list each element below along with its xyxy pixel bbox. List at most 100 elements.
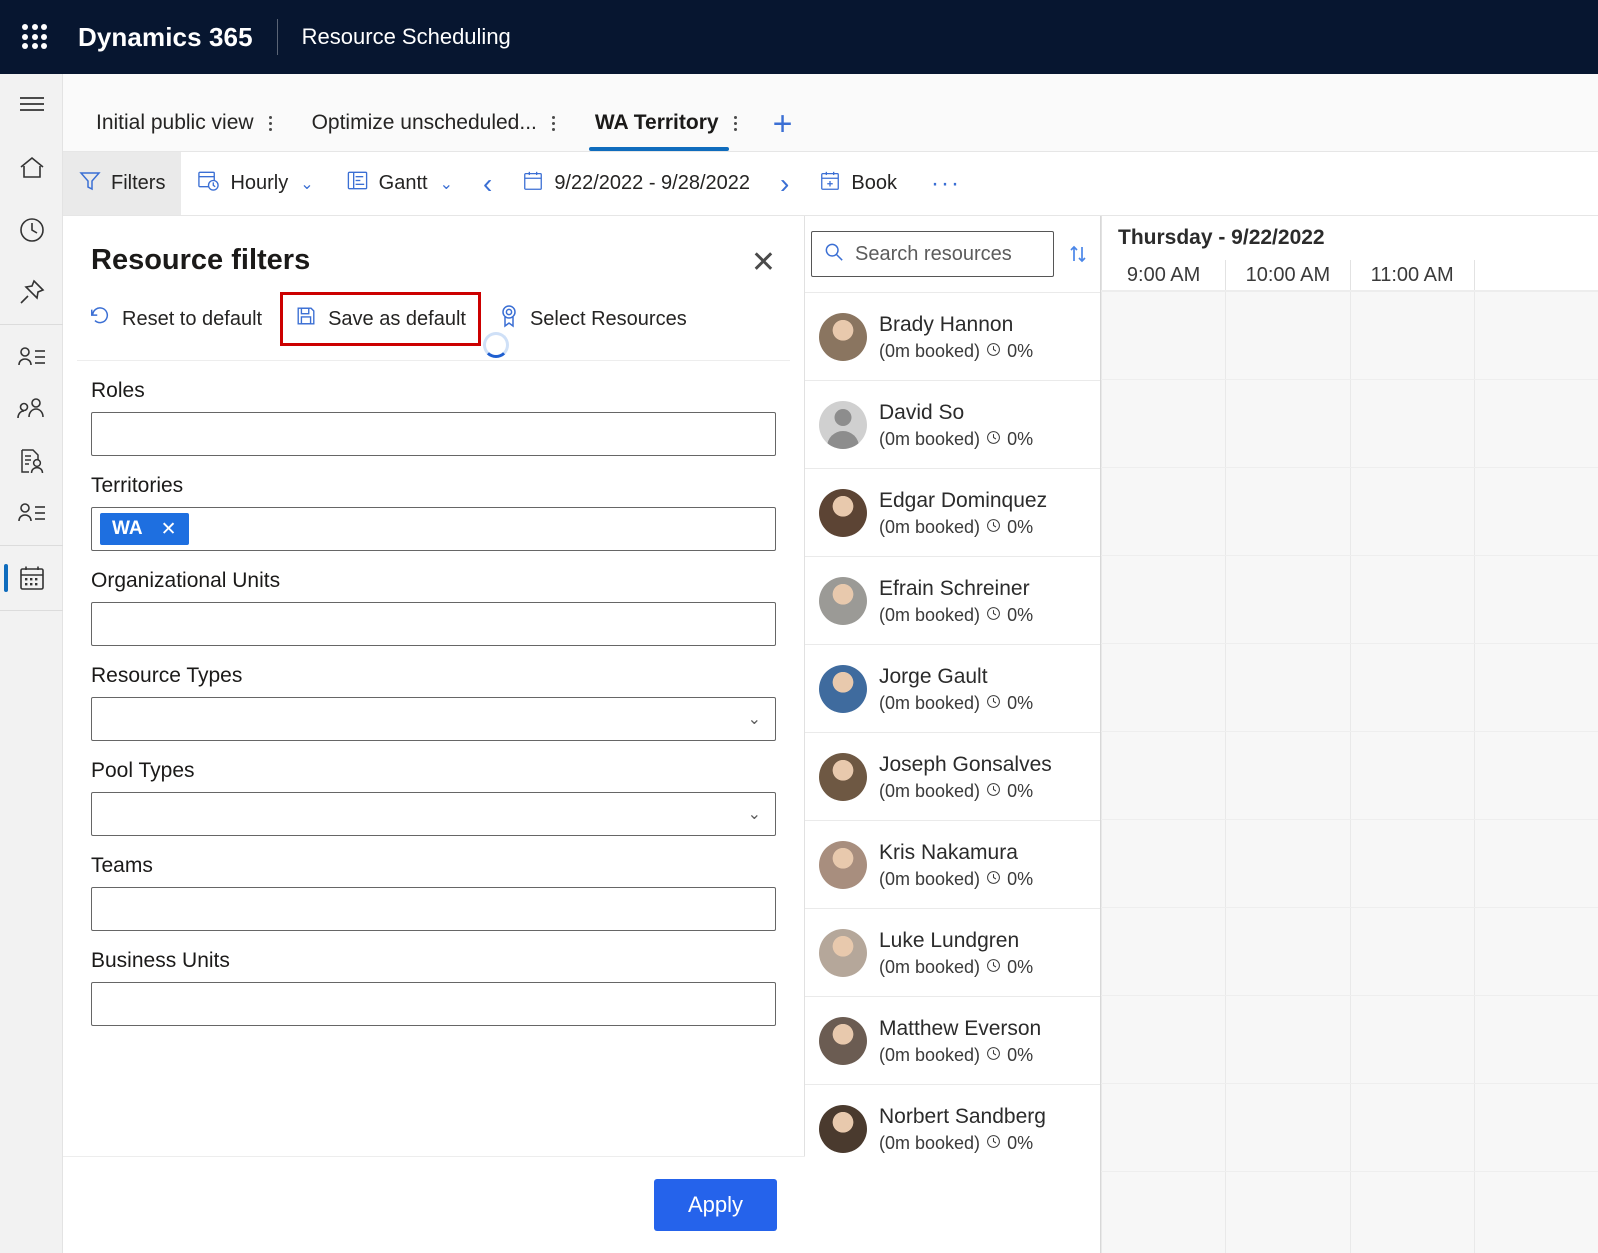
schedule-cell[interactable] (1350, 1084, 1474, 1171)
schedule-cell[interactable] (1474, 1084, 1598, 1171)
remove-tag-icon[interactable]: ✕ (161, 518, 177, 541)
schedule-cell[interactable] (1350, 820, 1474, 907)
document-person-icon[interactable] (0, 435, 63, 487)
sort-icon[interactable] (1064, 243, 1092, 265)
tab-initial-public-view[interactable]: Initial public view (90, 95, 286, 151)
schedule-cell[interactable] (1350, 380, 1474, 467)
apply-button[interactable]: Apply (654, 1179, 777, 1231)
organizational-units-input[interactable] (91, 602, 776, 646)
tab-overflow-icon[interactable] (723, 116, 749, 131)
schedule-cell[interactable] (1225, 380, 1349, 467)
roles-input[interactable] (91, 412, 776, 456)
schedule-cell[interactable] (1101, 1084, 1225, 1171)
people-icon[interactable] (0, 383, 63, 435)
list-item[interactable]: Joseph Gonsalves(0m booked)0% (805, 732, 1100, 820)
list-item[interactable]: Norbert Sandberg(0m booked)0% (805, 1084, 1100, 1172)
schedule-cell[interactable] (1474, 556, 1598, 643)
schedule-cell[interactable] (1101, 556, 1225, 643)
list-item[interactable]: Luke Lundgren(0m booked)0% (805, 908, 1100, 996)
schedule-cell[interactable] (1225, 292, 1349, 379)
schedule-cell[interactable] (1225, 556, 1349, 643)
tab-overflow-icon[interactable] (541, 116, 567, 131)
book-button[interactable]: Book (803, 152, 913, 215)
tab-optimize-unscheduled[interactable]: Optimize unscheduled... (306, 95, 569, 151)
clock-icon[interactable] (0, 204, 63, 256)
schedule-cell[interactable] (1350, 908, 1474, 995)
schedule-cell[interactable] (1225, 1084, 1349, 1171)
save-as-default-button[interactable]: Save as default (280, 292, 481, 346)
schedule-cell[interactable] (1225, 908, 1349, 995)
reset-to-default-button[interactable]: Reset to default (77, 295, 274, 343)
add-tab-button[interactable]: + (773, 107, 793, 151)
resource-types-select[interactable]: ⌄ (91, 697, 776, 741)
schedule-cell[interactable] (1350, 1172, 1474, 1253)
close-icon[interactable]: ✕ (751, 248, 776, 278)
schedule-cell[interactable] (1101, 644, 1225, 731)
schedule-cell[interactable] (1474, 908, 1598, 995)
person-list-icon[interactable] (0, 487, 63, 539)
book-label: Book (851, 172, 897, 195)
business-units-input[interactable] (91, 982, 776, 1026)
territory-tag-wa[interactable]: WA ✕ (100, 513, 189, 545)
person-list-icon[interactable] (0, 331, 63, 383)
resource-utilization: (0m booked)0% (879, 957, 1033, 978)
select-resources-button[interactable]: Select Resources (487, 294, 699, 344)
list-item[interactable]: Matthew Everson(0m booked)0% (805, 996, 1100, 1084)
schedule-cell[interactable] (1225, 1172, 1349, 1253)
search-input[interactable]: Search resources (811, 231, 1054, 277)
previous-period-button[interactable]: ‹ (469, 152, 506, 215)
date-range-picker[interactable]: 9/22/2022 - 9/28/2022 (506, 152, 766, 215)
schedule-cell[interactable] (1474, 468, 1598, 555)
territories-input[interactable]: WA ✕ (91, 507, 776, 551)
schedule-cell[interactable] (1350, 468, 1474, 555)
chevron-down-icon[interactable]: ⌄ (440, 174, 453, 194)
tab-wa-territory[interactable]: WA Territory (589, 95, 751, 151)
filters-button[interactable]: Filters (63, 152, 181, 215)
schedule-cell[interactable] (1474, 732, 1598, 819)
pin-icon[interactable] (0, 266, 63, 318)
hourly-view-button[interactable]: Hourly ⌄ (181, 152, 329, 215)
schedule-cell[interactable] (1474, 1172, 1598, 1253)
schedule-cell[interactable] (1474, 380, 1598, 467)
schedule-cell[interactable] (1101, 996, 1225, 1083)
schedule-cell[interactable] (1474, 644, 1598, 731)
list-item[interactable]: Jorge Gault(0m booked)0% (805, 644, 1100, 732)
schedule-cell[interactable] (1101, 292, 1225, 379)
tab-overflow-icon[interactable] (258, 116, 284, 131)
schedule-cell[interactable] (1225, 644, 1349, 731)
field-group-teams: Teams (91, 854, 776, 931)
schedule-cell[interactable] (1350, 556, 1474, 643)
schedule-cell[interactable] (1101, 380, 1225, 467)
schedule-cell[interactable] (1474, 292, 1598, 379)
schedule-cell[interactable] (1350, 292, 1474, 379)
hamburger-menu-icon[interactable] (0, 78, 63, 130)
schedule-cell[interactable] (1350, 732, 1474, 819)
schedule-cell[interactable] (1101, 468, 1225, 555)
chevron-down-icon[interactable]: ⌄ (300, 174, 313, 194)
schedule-cell[interactable] (1101, 820, 1225, 907)
schedule-cell[interactable] (1225, 820, 1349, 907)
list-item[interactable]: David So(0m booked)0% (805, 380, 1100, 468)
schedule-cell[interactable] (1101, 908, 1225, 995)
list-item[interactable]: Brady Hannon(0m booked)0% (805, 292, 1100, 380)
list-item[interactable]: Efrain Schreiner(0m booked)0% (805, 556, 1100, 644)
list-item[interactable]: Edgar Dominquez(0m booked)0% (805, 468, 1100, 556)
schedule-cell[interactable] (1101, 732, 1225, 819)
schedule-cell[interactable] (1225, 732, 1349, 819)
list-item[interactable]: Kris Nakamura(0m booked)0% (805, 820, 1100, 908)
schedule-cell[interactable] (1474, 996, 1598, 1083)
next-period-button[interactable]: › (766, 152, 803, 215)
schedule-cell[interactable] (1350, 996, 1474, 1083)
home-icon[interactable] (0, 142, 63, 194)
more-commands-button[interactable]: ··· (913, 152, 979, 215)
schedule-cell[interactable] (1101, 1172, 1225, 1253)
schedule-cell[interactable] (1225, 996, 1349, 1083)
gantt-view-button[interactable]: Gantt ⌄ (330, 152, 469, 215)
pool-types-select[interactable]: ⌄ (91, 792, 776, 836)
app-launcher-icon[interactable] (20, 22, 50, 52)
calendar-icon[interactable] (0, 552, 63, 604)
teams-input[interactable] (91, 887, 776, 931)
schedule-cell[interactable] (1225, 468, 1349, 555)
schedule-cell[interactable] (1474, 820, 1598, 907)
schedule-cell[interactable] (1350, 644, 1474, 731)
